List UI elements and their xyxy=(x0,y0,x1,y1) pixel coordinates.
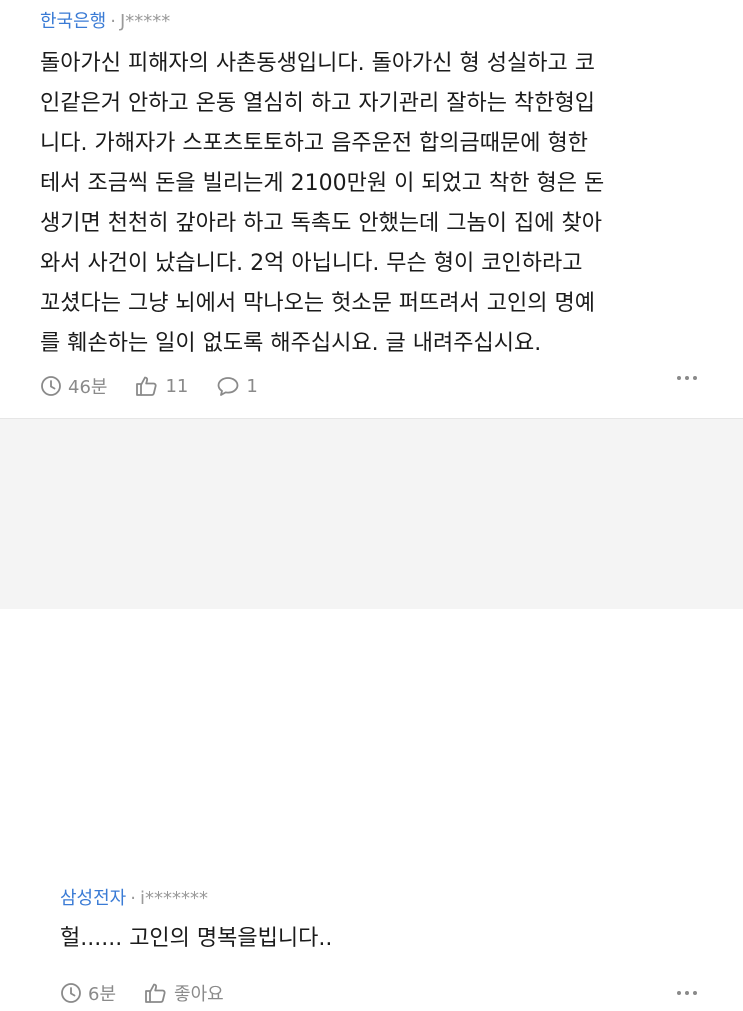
comment-line: 테서 조금씩 돈을 빌리는게 2100만원 이 되었고 착한 형은 돈 xyxy=(40,171,605,196)
comment-line: 꼬셨다는 그냥 뇌에서 막나오는 헛소문 퍼뜨려서 고인의 명예 xyxy=(40,291,595,316)
comment-meta: 46분 11 1 xyxy=(40,368,286,404)
separator-dot: · xyxy=(130,888,136,909)
clock-icon xyxy=(41,376,61,396)
comment-time: 46분 xyxy=(40,373,107,399)
more-dots-icon[interactable] xyxy=(677,376,697,380)
comment-author[interactable]: 한국은행 xyxy=(40,11,106,32)
comment-body: 돌아가신 피해자의 사촌동생입니다. 돌아가신 형 성실하고 코 인같은거 안하… xyxy=(40,44,730,364)
time-label: 46분 xyxy=(68,377,108,398)
comment-line: 와서 사건이 났습니다. 2억 아닙니다. 무슨 형이 코인하라고 xyxy=(40,251,583,276)
reply-user-id: i******* xyxy=(139,888,208,909)
comment-header: 한국은행 · J***** xyxy=(40,8,170,36)
reply-time: 6분 xyxy=(60,980,116,1006)
clock-icon xyxy=(61,983,81,1003)
comment-line: 를 훼손하는 일이 없도록 해주십시요. 글 내려주십시요. xyxy=(40,331,542,356)
comment-line: 생기면 천천히 갚아라 하고 독촉도 안했는데 그놈이 집에 찾아 xyxy=(40,211,602,236)
comment-line: 돌아가신 피해자의 사촌동생입니다. 돌아가신 형 성실하고 코 xyxy=(40,51,595,76)
like-label: 좋아요 xyxy=(174,984,224,1005)
like-button[interactable]: 11 xyxy=(135,375,188,397)
thumbs-up-icon xyxy=(136,376,158,396)
comment-user-id: J***** xyxy=(119,11,171,32)
thumbs-up-icon xyxy=(145,983,166,1003)
reply-body: 헐...... 고인의 명복을빕니다.. xyxy=(60,919,743,959)
time-label: 6분 xyxy=(88,984,117,1005)
comment-line: 니다. 가해자가 스포츠토토하고 음주운전 합의금때문에 형한 xyxy=(40,131,588,156)
main-comment: 한국은행 · J***** 돌아가신 피해자의 사촌동생입니다. 돌아가신 형 성실… xyxy=(0,0,743,418)
more-dots-icon[interactable] xyxy=(677,991,697,995)
reply-count: 1 xyxy=(246,375,258,397)
comment-bubble-icon xyxy=(217,377,239,396)
reply-comment: 삼성전자 · i******* 헐...... 고인의 명복을빕니다.. 6분 좋아… xyxy=(0,419,743,1005)
reply-text: 헐...... 고인의 명복을빕니다.. xyxy=(60,926,333,951)
reply-header: 삼성전자 · i******* xyxy=(60,885,208,913)
separator-dot: · xyxy=(110,11,116,32)
reply-author[interactable]: 삼성전자 xyxy=(60,888,126,909)
reply-button[interactable]: 1 xyxy=(216,375,258,397)
comment-line: 인같은거 안하고 온동 열심히 하고 자기관리 잘하는 착한형입 xyxy=(40,91,595,116)
like-count: 11 xyxy=(165,375,189,397)
reply-like-button[interactable]: 좋아요 xyxy=(144,980,224,1006)
reply-meta: 6분 좋아요 xyxy=(60,975,252,1011)
